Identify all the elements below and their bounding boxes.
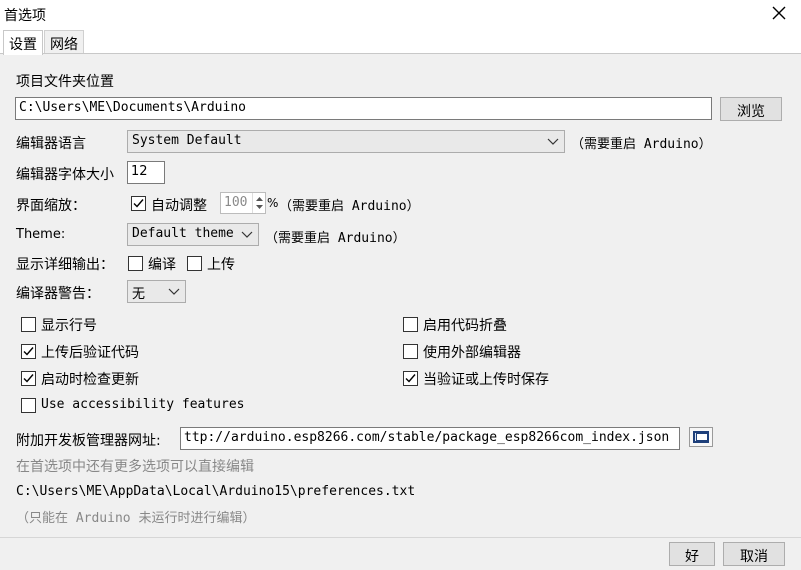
scale-spinner[interactable]: 100 — [220, 192, 266, 214]
browse-button-label: 浏览 — [737, 104, 765, 120]
check-icon — [405, 374, 416, 383]
cancel-button-label: 取消 — [740, 549, 768, 565]
tab-bar: 设置 网络 — [0, 30, 801, 55]
verbose-compile-label: 编译 — [148, 257, 176, 273]
title-bar: 首选项 — [0, 0, 801, 28]
check-updates-label: 启动时检查更新 — [41, 372, 139, 388]
auto-scale-label: 自动调整 — [151, 198, 207, 214]
more-prefs-note: 在首选项中还有更多选项可以直接编辑 — [16, 459, 254, 475]
boards-url-input[interactable]: ttp://arduino.esp8266.com/stable/package… — [180, 427, 680, 450]
check-icon — [23, 347, 34, 356]
scale-unit: % — [267, 196, 279, 210]
theme-select[interactable]: Default theme — [127, 223, 259, 246]
accessibility-checkbox[interactable] — [21, 398, 36, 413]
scale-value: 100 — [224, 195, 248, 210]
tab-network-label: 网络 — [50, 37, 78, 53]
save-on-verify-label: 当验证或上传时保存 — [423, 372, 549, 388]
code-folding-label: 启用代码折叠 — [423, 318, 507, 334]
sketchbook-label: 项目文件夹位置 — [16, 74, 114, 90]
boards-url-label: 附加开发板管理器网址: — [16, 433, 161, 449]
dialog-footer: 好 取消 — [0, 538, 801, 570]
line-numbers-checkbox[interactable] — [21, 317, 36, 332]
boards-url-editor-button[interactable] — [689, 427, 713, 447]
ok-button-label: 好 — [685, 549, 699, 565]
prefs-file-path: C:\Users\ME\AppData\Local\Arduino15\pref… — [16, 484, 416, 499]
verify-upload-label: 上传后验证代码 — [41, 345, 139, 361]
tab-network[interactable]: 网络 — [44, 30, 84, 54]
external-editor-checkbox[interactable] — [403, 344, 418, 359]
accessibility-label: Use accessibility features — [41, 397, 245, 412]
theme-restart-note: （需要重启 Arduino） — [265, 231, 406, 246]
window-inner-icon — [696, 433, 708, 441]
spinner-arrow-icons — [256, 197, 263, 209]
font-size-input[interactable]: 12 — [127, 161, 165, 184]
chevron-down-icon — [547, 138, 559, 145]
warnings-label: 编译器警告： — [16, 286, 100, 302]
settings-panel: 项目文件夹位置 C:\Users\ME\Documents\Arduino 浏览… — [0, 54, 801, 538]
verbose-compile-checkbox[interactable] — [128, 256, 143, 271]
check-icon — [133, 199, 144, 208]
chevron-down-icon — [168, 288, 180, 295]
sketchbook-path-input[interactable]: C:\Users\ME\Documents\Arduino — [15, 97, 712, 120]
scale-restart-note: （需要重启 Arduino） — [279, 199, 420, 214]
check-icon — [23, 374, 34, 383]
check-updates-checkbox[interactable] — [21, 371, 36, 386]
language-restart-note: （需要重启 Arduino） — [571, 137, 712, 152]
scale-label: 界面缩放： — [16, 198, 86, 214]
edit-only-note: （只能在 Arduino 未运行时进行编辑） — [16, 511, 256, 526]
save-on-verify-checkbox[interactable] — [403, 371, 418, 386]
theme-select-value: Default theme — [132, 226, 234, 241]
verbose-upload-label: 上传 — [207, 257, 235, 273]
boards-url-value: ttp://arduino.esp8266.com/stable/package… — [184, 430, 670, 445]
sketchbook-path-text: C:\Users\ME\Documents\Arduino — [19, 100, 246, 115]
window-title: 首选项 — [4, 8, 46, 24]
cancel-button[interactable]: 取消 — [723, 542, 785, 566]
tab-settings[interactable]: 设置 — [3, 30, 43, 55]
language-select-value: System Default — [132, 133, 242, 148]
browse-button[interactable]: 浏览 — [720, 97, 782, 121]
theme-label: Theme: — [16, 227, 66, 242]
font-size-value: 12 — [131, 164, 148, 179]
verbose-label: 显示详细输出： — [16, 257, 114, 273]
ok-button[interactable]: 好 — [669, 542, 715, 566]
font-size-label: 编辑器字体大小 — [16, 167, 114, 183]
code-folding-checkbox[interactable] — [403, 317, 418, 332]
auto-scale-checkbox[interactable] — [131, 196, 146, 211]
external-editor-label: 使用外部编辑器 — [423, 345, 521, 361]
warnings-select-value: 无 — [132, 287, 146, 302]
verify-upload-checkbox[interactable] — [21, 344, 36, 359]
spinner-arrows[interactable] — [252, 193, 265, 213]
line-numbers-label: 显示行号 — [41, 318, 97, 334]
tab-settings-label: 设置 — [9, 37, 37, 53]
warnings-select[interactable]: 无 — [127, 280, 186, 303]
language-select[interactable]: System Default — [127, 130, 565, 153]
close-icon[interactable] — [769, 3, 789, 23]
language-label: 编辑器语言 — [16, 136, 86, 152]
chevron-down-icon — [241, 231, 253, 238]
verbose-upload-checkbox[interactable] — [187, 256, 202, 271]
